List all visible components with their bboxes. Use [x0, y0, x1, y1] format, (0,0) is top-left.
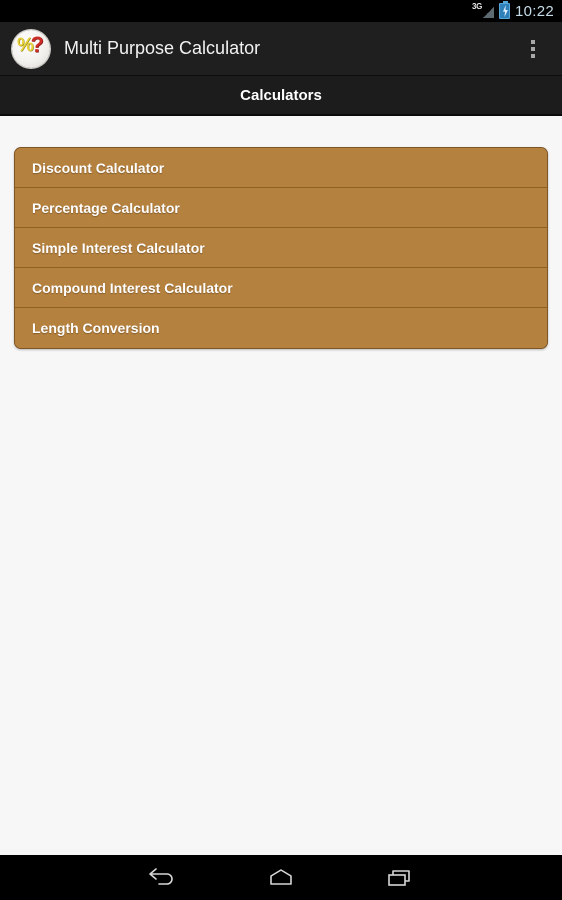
battery-charging-icon [498, 1, 510, 19]
section-header: Calculators [0, 76, 562, 116]
list-item-label: Compound Interest Calculator [32, 279, 233, 296]
section-header-title: Calculators [240, 86, 322, 104]
network-type-label: 3G [471, 2, 483, 11]
list-item-label: Length Conversion [32, 320, 160, 336]
list-item-compound-interest-calculator[interactable]: Compound Interest Calculator [15, 268, 547, 308]
overflow-dot [531, 39, 535, 44]
charging-bolt-icon [503, 5, 508, 17]
recent-apps-icon[interactable] [370, 855, 430, 900]
overflow-menu-icon[interactable] [522, 29, 544, 69]
back-arrow-icon[interactable] [132, 855, 192, 900]
list-item-label: Discount Calculator [32, 159, 165, 176]
list-item-label: Percentage Calculator [32, 199, 180, 216]
question-mark-glyph: ? [30, 31, 44, 57]
home-icon[interactable] [251, 855, 311, 900]
list-item-percentage-calculator[interactable]: Percentage Calculator [15, 188, 547, 228]
navigation-bar [0, 855, 562, 900]
list-item-simple-interest-calculator[interactable]: Simple Interest Calculator [15, 228, 547, 268]
content-area: Discount Calculator Percentage Calculato… [0, 118, 562, 855]
overflow-dot [531, 46, 535, 51]
status-bar-right-cluster: 3G 10:22 [471, 1, 554, 20]
app-title: Multi Purpose Calculator [64, 38, 261, 58]
home-glyph [270, 868, 292, 885]
status-bar: 3G 10:22 [0, 0, 562, 22]
percent-question-app-icon[interactable]: % ? [12, 29, 50, 68]
list-item-length-conversion[interactable]: Length Conversion [15, 308, 547, 348]
calculator-list: Discount Calculator Percentage Calculato… [14, 147, 548, 349]
list-item-discount-calculator[interactable]: Discount Calculator [15, 148, 547, 188]
overflow-dot [531, 53, 535, 58]
list-item-label: Simple Interest Calculator [32, 239, 205, 256]
signal-bars-icon [482, 7, 494, 18]
recent-apps-glyph [388, 869, 410, 886]
back-arrow-glyph [149, 867, 173, 885]
action-bar: % ? Multi Purpose Calculator [0, 22, 562, 76]
signal-3g-icon: 3G [471, 2, 494, 19]
status-bar-clock: 10:22 [514, 2, 554, 20]
app-screen: 3G 10:22 % ? Multi Purpose Calculator Ca… [0, 0, 562, 900]
